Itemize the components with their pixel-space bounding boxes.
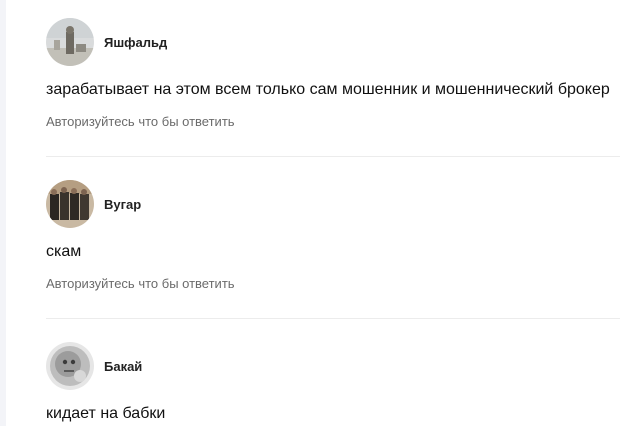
user-photo-avatar-icon	[46, 18, 94, 66]
group-photo-avatar-icon	[46, 180, 94, 228]
comment-author: Вугар	[104, 196, 142, 212]
comment-header: Яшфальд	[46, 18, 620, 66]
comment-item: Вугар скам Авторизуйтесь что бы ответить	[46, 180, 620, 292]
comment-author: Яшфальд	[104, 34, 168, 50]
face-photo-avatar-icon	[46, 342, 94, 390]
comment-item: Яшфальд зарабатывает на этом всем только…	[46, 18, 620, 130]
reply-login-link[interactable]: Авторизуйтесь что бы ответить	[46, 276, 620, 292]
comment-divider	[46, 156, 620, 157]
comment-text: кидает на бабки	[46, 405, 166, 422]
reply-login-link[interactable]: Авторизуйтесь что бы ответить	[46, 114, 620, 130]
comment-text: скам	[46, 243, 82, 260]
comment-author: Бакай	[104, 358, 143, 374]
user-avatar[interactable]	[46, 180, 94, 228]
comment-header: Вугар	[46, 180, 620, 228]
user-avatar[interactable]	[46, 18, 94, 66]
comment-item: Бакай кидает на бабки	[46, 342, 620, 424]
left-rail	[0, 0, 6, 426]
comment-text: зарабатывает на этом всем только сам мош…	[46, 81, 610, 98]
comment-header: Бакай	[46, 342, 620, 390]
comment-divider	[46, 318, 620, 319]
user-avatar[interactable]	[46, 342, 94, 390]
